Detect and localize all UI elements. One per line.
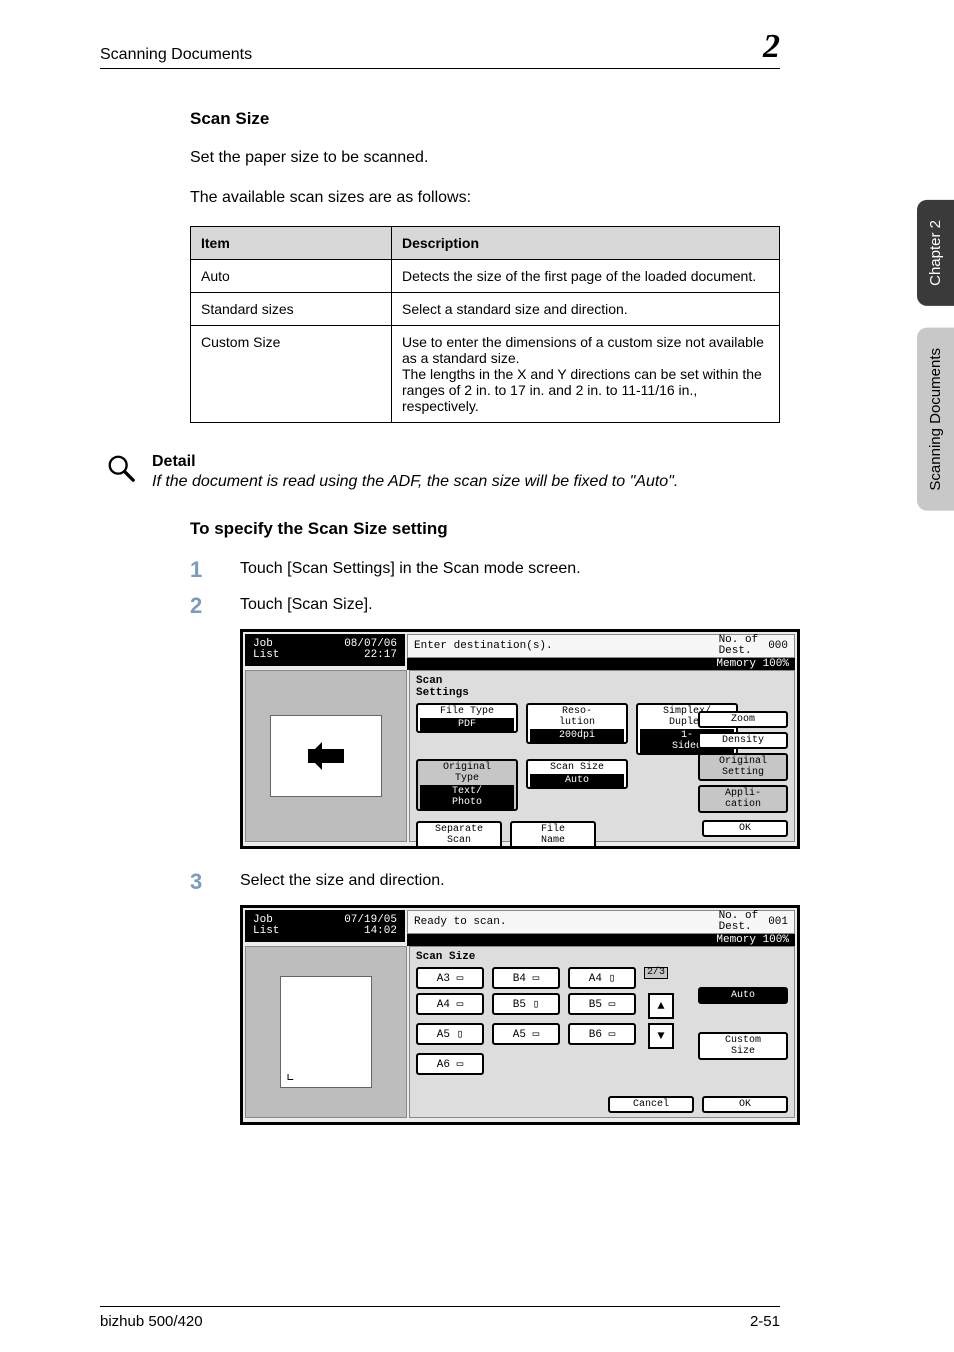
step: 2 Touch [Scan Size]. <box>190 593 780 619</box>
size-a4-land-button[interactable]: A4 ▭ <box>416 993 484 1015</box>
arrow-left-icon <box>308 749 344 763</box>
size-a6-land-button[interactable]: A6 ▭ <box>416 1053 484 1075</box>
zoom-button[interactable]: Zoom <box>698 711 788 728</box>
panel-title: Scan Settings <box>416 675 788 699</box>
procedure-heading: To specify the Scan Size setting <box>190 519 780 539</box>
scroll-down-button[interactable]: ▼ <box>648 1023 674 1049</box>
dest-count: 001 <box>768 916 788 928</box>
scan-size-selection-screenshot: Job List 07/19/05 14:02 Ready to scan. N… <box>240 905 800 1125</box>
running-head: Scanning Documents 2 <box>100 30 780 69</box>
table-row: Auto Detects the size of the first page … <box>191 260 780 293</box>
status-text: Ready to scan. <box>414 916 506 928</box>
table-row: Custom Size Use to enter the dimensions … <box>191 326 780 423</box>
step: 1 Touch [Scan Settings] in the Scan mode… <box>190 557 780 583</box>
dest-count: 000 <box>768 640 788 652</box>
step-number: 3 <box>190 869 240 895</box>
size-b5-port-button[interactable]: B5 ▯ <box>492 993 560 1015</box>
original-setting-button[interactable]: Original Setting <box>698 753 788 781</box>
magnify-icon <box>106 453 136 483</box>
detail-text: If the document is read using the ADF, t… <box>152 471 678 493</box>
dest-label: No. of Dest. <box>719 911 759 933</box>
step-text: Touch [Scan Size]. <box>240 593 373 614</box>
size-a5-port-button[interactable]: A5 ▯ <box>416 1023 484 1045</box>
section-p1: Set the paper size to be scanned. <box>190 147 780 169</box>
cell-item: Standard sizes <box>191 293 392 326</box>
memory-status: Memory 100% <box>716 658 789 670</box>
density-button[interactable]: Density <box>698 732 788 749</box>
status-text: Enter destination(s). <box>414 640 553 652</box>
separate-scan-button[interactable]: Separate Scan <box>416 821 502 849</box>
dest-label: No. of Dest. <box>719 635 759 657</box>
th-desc: Description <box>392 227 780 260</box>
section-p2: The available scan sizes are as follows: <box>190 187 780 209</box>
th-item: Item <box>191 227 392 260</box>
step-text: Select the size and direction. <box>240 869 445 890</box>
size-a3-land-button[interactable]: A3 ▭ <box>416 967 484 989</box>
panel-title: Scan Size <box>416 951 788 963</box>
step: 3 Select the size and direction. <box>190 869 780 895</box>
size-a5-land-button[interactable]: A5 ▭ <box>492 1023 560 1045</box>
ok-button[interactable]: OK <box>702 1096 788 1113</box>
preview-pane <box>245 670 407 842</box>
memory-status: Memory 100% <box>716 934 789 946</box>
step-number: 1 <box>190 557 240 583</box>
resolution-button[interactable]: Reso- lution200dpi <box>526 703 628 744</box>
size-b4-land-button[interactable]: B4 ▭ <box>492 967 560 989</box>
size-b5-land-button[interactable]: B5 ▭ <box>568 993 636 1015</box>
side-tab-chapter: Chapter 2 <box>917 200 954 306</box>
corner-icon: ⌞ <box>285 1063 296 1085</box>
cell-item: Auto <box>191 260 392 293</box>
job-list-button[interactable]: Job List 07/19/05 14:02 <box>245 910 405 942</box>
cell-item: Custom Size <box>191 326 392 423</box>
auto-button[interactable]: Auto <box>698 987 788 1004</box>
footer-left: bizhub 500/420 <box>100 1313 203 1330</box>
application-button[interactable]: Appli- cation <box>698 785 788 813</box>
file-type-button[interactable]: File TypePDF <box>416 703 518 733</box>
chapter-number: 2 <box>763 30 780 64</box>
runhead-title: Scanning Documents <box>100 46 252 64</box>
cancel-button[interactable]: Cancel <box>608 1096 694 1113</box>
scroll-up-button[interactable]: ▲ <box>648 993 674 1019</box>
ok-button[interactable]: OK <box>702 820 788 837</box>
original-type-button[interactable]: Original TypeText/ Photo <box>416 759 518 811</box>
job-list-button[interactable]: Job List 08/07/06 22:17 <box>245 634 405 666</box>
step-number: 2 <box>190 593 240 619</box>
cell-desc: Detects the size of the first page of th… <box>392 260 780 293</box>
scan-settings-screenshot: Job List 08/07/06 22:17 Enter destinatio… <box>240 629 800 849</box>
footer-right: 2-51 <box>750 1313 780 1330</box>
scan-size-table: Item Description Auto Detects the size o… <box>190 226 780 423</box>
size-a4-port-button[interactable]: A4 ▯ <box>568 967 636 989</box>
detail-heading: Detail <box>152 453 678 471</box>
cell-desc: Select a standard size and direction. <box>392 293 780 326</box>
scan-size-button[interactable]: Scan SizeAuto <box>526 759 628 789</box>
section-heading: Scan Size <box>190 109 780 129</box>
table-row: Standard sizes Select a standard size an… <box>191 293 780 326</box>
custom-size-button[interactable]: Custom Size <box>698 1032 788 1060</box>
page-fraction: 2/3 <box>644 967 668 979</box>
file-name-button[interactable]: File Name <box>510 821 596 849</box>
page-footer: bizhub 500/420 2-51 <box>100 1306 780 1330</box>
cell-desc: Use to enter the dimensions of a custom … <box>392 326 780 423</box>
step-text: Touch [Scan Settings] in the Scan mode s… <box>240 557 581 578</box>
side-tab-section: Scanning Documents <box>917 328 954 511</box>
size-b6-land-button[interactable]: B6 ▭ <box>568 1023 636 1045</box>
preview-pane: ⌞ <box>245 946 407 1118</box>
